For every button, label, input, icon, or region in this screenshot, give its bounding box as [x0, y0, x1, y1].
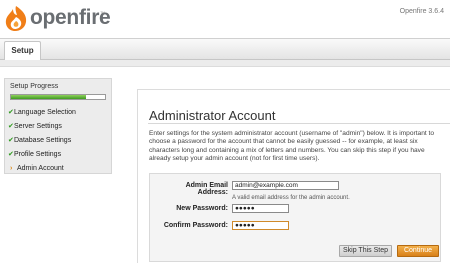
progress-bar-fill: [11, 95, 87, 99]
arrow-right-icon: ›: [10, 165, 13, 172]
openfire-flame-icon: [5, 6, 27, 31]
setup-step-list: ✔ Language Selection ✔ Server Settings ✔…: [8, 106, 110, 176]
check-icon: ✔: [8, 109, 14, 116]
intro-text: Enter settings for the system administra…: [149, 130, 435, 162]
step-admin-account: › Admin Account: [8, 162, 110, 176]
version-label: Openfire 3.6.4: [399, 8, 444, 15]
step-language-selection[interactable]: ✔ Language Selection: [8, 106, 110, 120]
progress-label: Setup Progress: [10, 83, 59, 90]
step-label: Server Settings: [14, 123, 62, 130]
app-header: openfire ™ Openfire 3.6.4: [0, 0, 450, 38]
email-hint: A valid email address for the admin acco…: [232, 195, 350, 201]
check-icon: ✔: [8, 151, 14, 158]
admin-account-form: Admin Email Address: A valid email addre…: [149, 173, 441, 262]
step-label: Language Selection: [14, 109, 76, 116]
admin-email-input[interactable]: [232, 181, 339, 190]
app-logo-text: openfire: [30, 6, 111, 29]
new-password-input[interactable]: [232, 204, 289, 213]
trademark-mark: ™: [100, 11, 105, 17]
email-label: Admin Email Address:: [185, 182, 228, 196]
tab-setup[interactable]: Setup: [4, 41, 41, 60]
title-divider: [148, 123, 450, 124]
continue-button[interactable]: Continue: [397, 245, 439, 257]
confirm-password-label: Confirm Password:: [163, 222, 228, 229]
step-database-settings[interactable]: ✔ Database Settings: [8, 134, 110, 148]
progress-bar: [10, 94, 106, 100]
sub-navigation-bar: [0, 60, 450, 67]
page-title: Administrator Account: [149, 108, 276, 123]
step-profile-settings[interactable]: ✔ Profile Settings: [8, 148, 110, 162]
main-content-panel: Administrator Account Enter settings for…: [137, 89, 450, 263]
step-label: Profile Settings: [14, 151, 62, 158]
step-server-settings[interactable]: ✔ Server Settings: [8, 120, 110, 134]
step-label: Database Settings: [14, 137, 72, 144]
confirm-password-input[interactable]: [232, 221, 289, 230]
skip-step-button[interactable]: Skip This Step: [339, 245, 392, 257]
step-label: Admin Account: [17, 165, 64, 172]
tab-bar: Setup: [0, 38, 450, 60]
check-icon: ✔: [8, 137, 14, 144]
setup-progress-sidebar: Setup Progress ✔ Language Selection ✔ Se…: [4, 78, 112, 174]
new-password-label: New Password:: [176, 205, 228, 212]
check-icon: ✔: [8, 123, 14, 130]
